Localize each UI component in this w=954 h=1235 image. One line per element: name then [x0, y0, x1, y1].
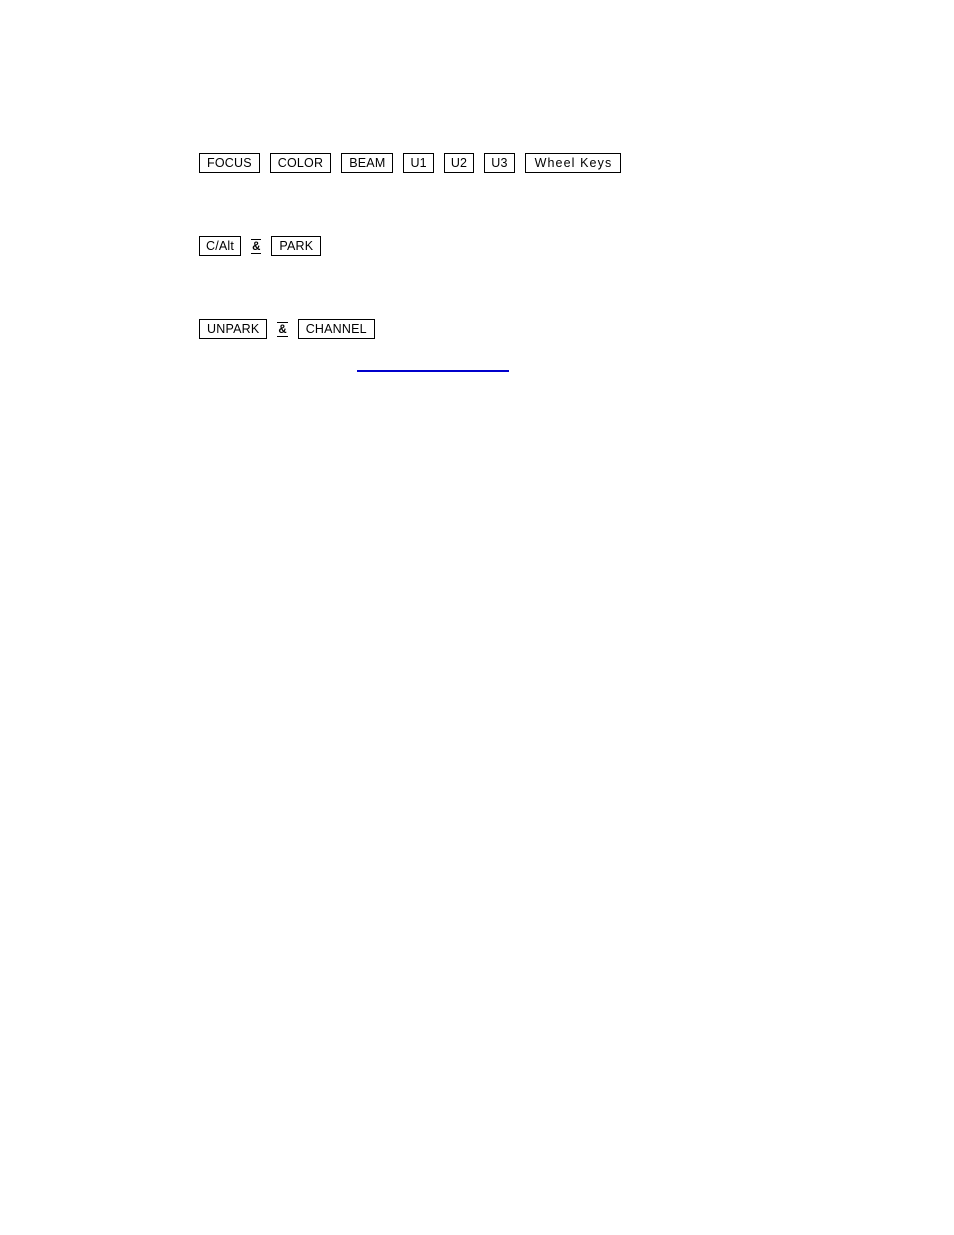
keycap-channel[interactable]: CHANNEL — [297, 319, 375, 339]
document-page: FOCUS COLOR BEAM U1 U2 U3 Wheel Keys C/A… — [0, 0, 954, 1235]
link-rule-container — [357, 358, 509, 372]
keycap-wheel-keys[interactable]: Wheel Keys — [524, 153, 622, 173]
keycap-unpark[interactable]: UNPARK — [199, 319, 268, 339]
keycap-u1[interactable]: U1 — [403, 153, 434, 173]
key-row-unpark: UNPARK & CHANNEL — [199, 319, 385, 339]
keycap-u2[interactable]: U2 — [443, 153, 475, 173]
keycap-park[interactable]: PARK — [271, 236, 322, 256]
ampersand-connector: & — [251, 238, 262, 254]
ampersand-connector: & — [277, 321, 288, 337]
keycap-u3[interactable]: U3 — [484, 153, 515, 173]
key-row-modes: FOCUS COLOR BEAM U1 U2 U3 Wheel Keys — [199, 153, 631, 173]
empty-hyperlink[interactable] — [357, 370, 509, 372]
keycap-focus[interactable]: FOCUS — [199, 153, 260, 173]
keycap-beam[interactable]: BEAM — [341, 153, 394, 173]
keycap-color[interactable]: COLOR — [269, 153, 332, 173]
keycap-c-alt[interactable]: C/Alt — [199, 236, 242, 256]
key-row-park: C/Alt & PARK — [199, 236, 331, 256]
